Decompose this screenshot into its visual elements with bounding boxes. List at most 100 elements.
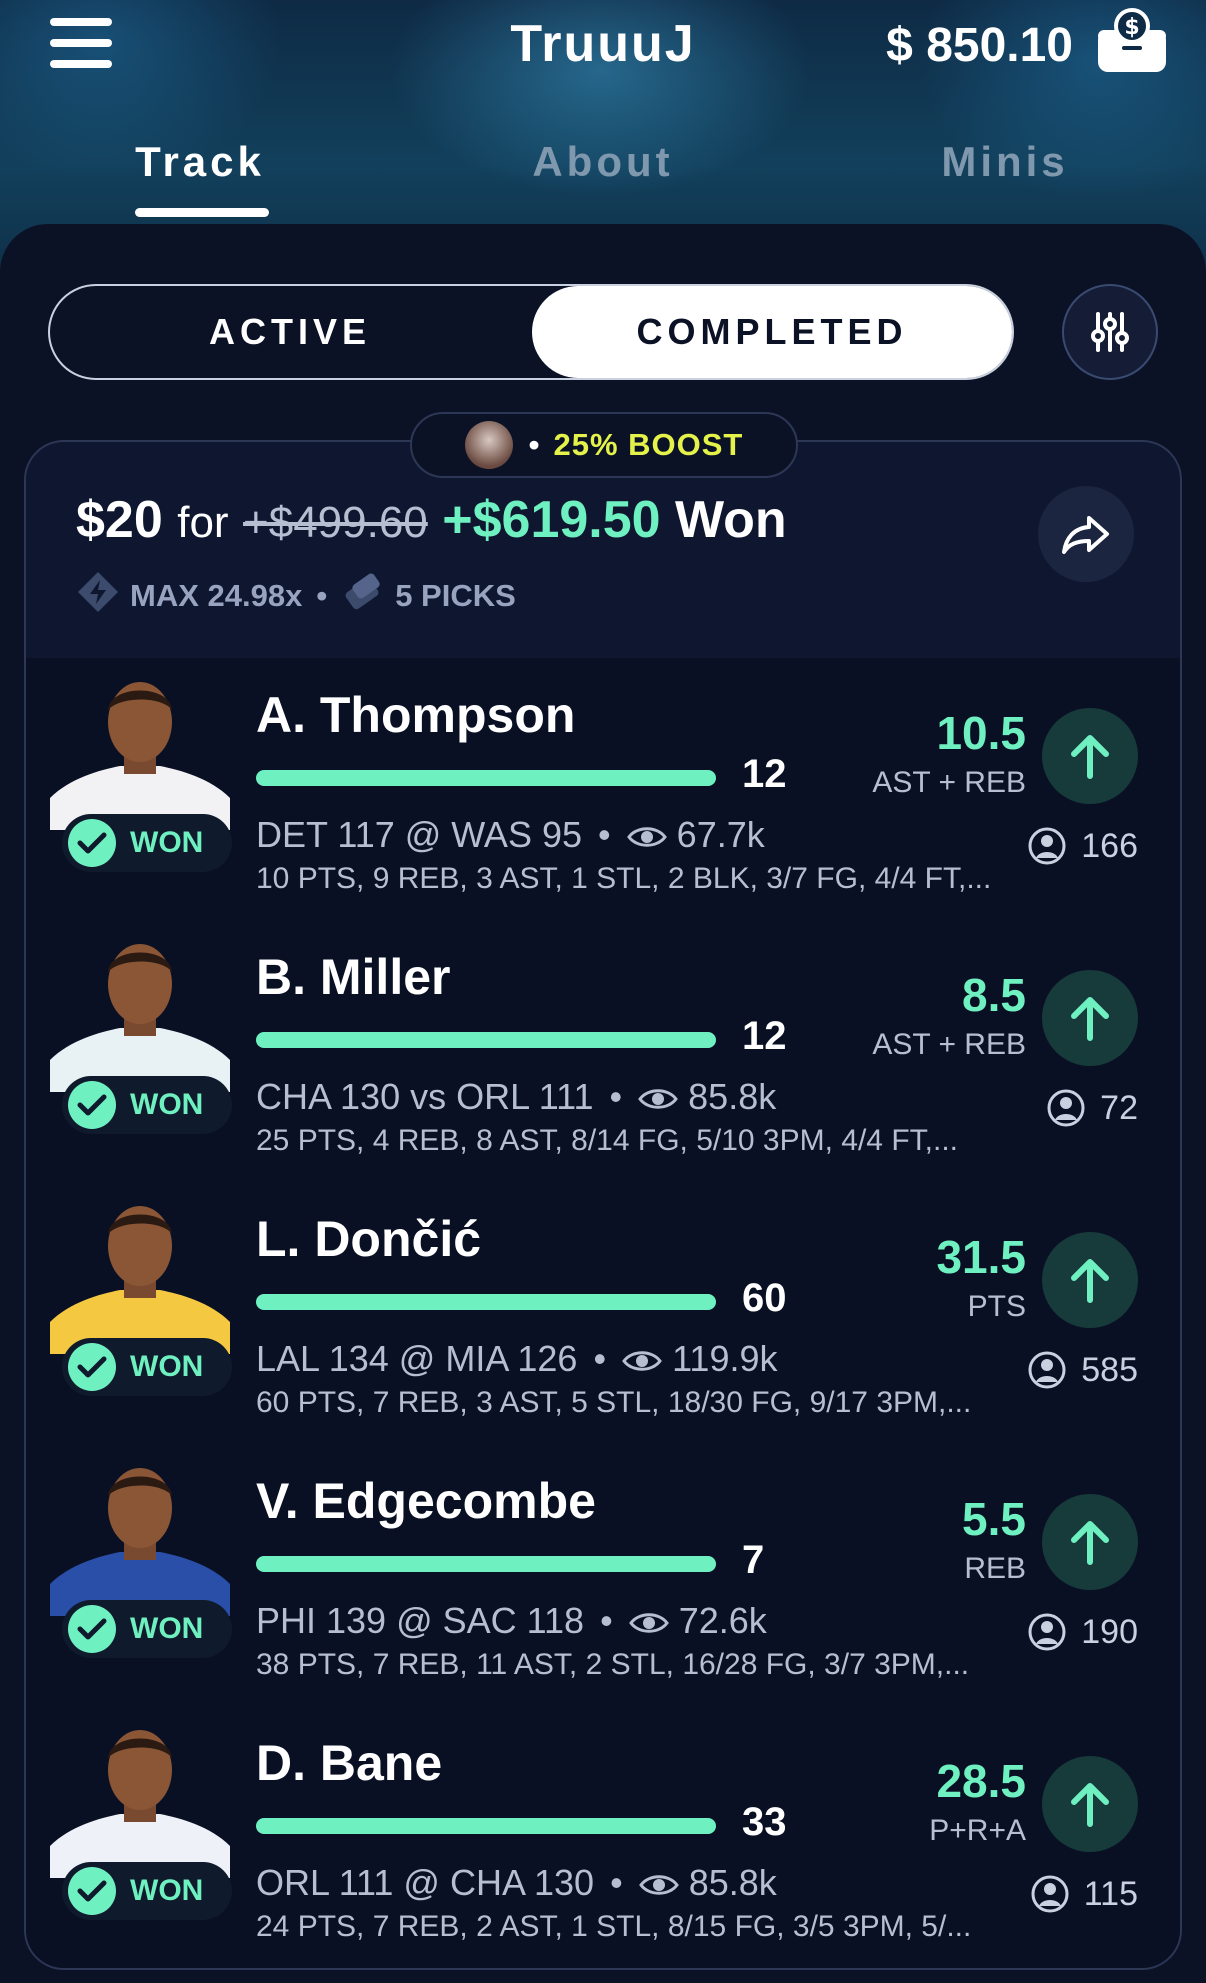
player-photo bbox=[50, 1456, 230, 1616]
pick-row[interactable]: WON L. Dončić 60 LAL 134 @ MIA 126 • 119… bbox=[26, 1182, 1180, 1444]
progress-bar bbox=[256, 1032, 716, 1048]
over-direction-button bbox=[1042, 1756, 1138, 1852]
game-info: ORL 111 @ CHA 130 • 85.8k bbox=[256, 1862, 777, 1903]
completed-segment-button[interactable]: COMPLETED bbox=[532, 286, 1012, 378]
game-score: CHA 130 vs ORL 111 bbox=[256, 1076, 594, 1117]
pickers-count: 190 bbox=[1027, 1612, 1138, 1652]
result-label: WON bbox=[130, 1088, 204, 1121]
player-name: B. Miller bbox=[256, 949, 451, 1005]
over-direction-button bbox=[1042, 970, 1138, 1066]
arrow-up-icon bbox=[1071, 1783, 1109, 1827]
progress-bar bbox=[256, 1294, 716, 1310]
stat-market: PTS bbox=[967, 1290, 1026, 1323]
arrow-up-icon bbox=[1071, 1259, 1109, 1303]
line-target: 28.5 bbox=[936, 1755, 1026, 1807]
active-segment-button[interactable]: ACTIVE bbox=[50, 286, 530, 378]
view-count: 119.9k bbox=[672, 1338, 778, 1379]
box-score-line: 10 PTS, 9 REB, 3 AST, 1 STL, 2 BLK, 3/7 … bbox=[256, 862, 992, 895]
game-info: DET 117 @ WAS 95 • 67.7k bbox=[256, 814, 765, 855]
eye-icon bbox=[622, 1351, 662, 1372]
view-count: 67.7k bbox=[676, 814, 765, 855]
picks-count: 5 PICKS bbox=[395, 578, 516, 613]
boost-label: 25% BOOST bbox=[553, 427, 744, 462]
game-score: PHI 139 @ SAC 118 bbox=[256, 1600, 585, 1641]
won-badge: WON bbox=[62, 1338, 232, 1396]
arrow-up-icon bbox=[1071, 997, 1109, 1041]
eye-icon bbox=[628, 1613, 669, 1634]
stat-market: AST + REB bbox=[872, 766, 1026, 799]
entry-card: $20 for +$499.60 +$619.50 Won MAX 24.98x… bbox=[24, 440, 1182, 1970]
progress-bar bbox=[256, 1556, 716, 1572]
player-photo bbox=[50, 670, 230, 830]
pick-row[interactable]: WON A. Thompson 12 DET 117 @ WAS 95 • 67… bbox=[26, 658, 1180, 920]
user-icon bbox=[1031, 1875, 1069, 1913]
line-target: 31.5 bbox=[936, 1231, 1026, 1283]
game-score: DET 117 @ WAS 95 bbox=[256, 814, 583, 855]
user-icon bbox=[1028, 827, 1066, 865]
entry-summary: $20 for +$499.60 +$619.50 Won bbox=[76, 490, 787, 550]
player-name: L. Dončić bbox=[256, 1211, 482, 1267]
wallet-icon[interactable]: $ bbox=[1094, 6, 1170, 76]
user-icon bbox=[1047, 1089, 1085, 1127]
entry-meta: MAX 24.98x • 5 PICKS bbox=[76, 570, 516, 622]
filter-button[interactable] bbox=[1062, 284, 1158, 380]
result-label: WON bbox=[130, 1612, 204, 1645]
actual-stat: 60 bbox=[742, 1276, 787, 1320]
game-info: LAL 134 @ MIA 126 • 119.9k bbox=[256, 1338, 778, 1379]
result-label: WON bbox=[130, 1350, 204, 1383]
result-label: WON bbox=[130, 1874, 204, 1907]
status-segmented-control: ACTIVE COMPLETED bbox=[48, 284, 1014, 380]
player-name: D. Bane bbox=[256, 1735, 443, 1791]
won-badge: WON bbox=[62, 1600, 232, 1658]
tab-about[interactable]: About bbox=[483, 138, 723, 186]
tab-minis[interactable]: Minis bbox=[885, 138, 1125, 186]
eye-icon bbox=[638, 1089, 678, 1110]
tab-track[interactable]: Track bbox=[80, 138, 320, 186]
original-payout: +$499.60 bbox=[243, 498, 428, 547]
active-tab-indicator bbox=[135, 208, 269, 217]
actual-stat: 33 bbox=[742, 1800, 787, 1844]
stat-market: REB bbox=[964, 1552, 1026, 1585]
entry-amount: $20 bbox=[76, 491, 163, 549]
stat-market: AST + REB bbox=[872, 1028, 1026, 1061]
box-score-line: 60 PTS, 7 REB, 3 AST, 5 STL, 18/30 FG, 9… bbox=[256, 1386, 972, 1419]
player-photo bbox=[50, 1718, 230, 1878]
eye-icon bbox=[626, 827, 667, 848]
share-icon bbox=[1062, 516, 1109, 554]
sliders-icon bbox=[1091, 312, 1129, 352]
game-info: PHI 139 @ SAC 118 • 72.6k bbox=[256, 1600, 767, 1641]
pick-row[interactable]: WON V. Edgecombe 7 PHI 139 @ SAC 118 • 7… bbox=[26, 1444, 1180, 1706]
pickers-count: 585 bbox=[1027, 1350, 1138, 1390]
won-badge: WON bbox=[62, 814, 232, 872]
diamond-icon bbox=[76, 570, 120, 622]
won-badge: WON bbox=[62, 1862, 232, 1920]
pick-row[interactable]: WON D. Bane 33 ORL 111 @ CHA 130 • 85.8k… bbox=[26, 1706, 1180, 1968]
stat-market: P+R+A bbox=[929, 1814, 1026, 1847]
over-direction-button bbox=[1042, 1232, 1138, 1328]
wallet-balance[interactable]: $ 850.10 bbox=[886, 18, 1073, 73]
progress-bar bbox=[256, 1818, 716, 1834]
over-direction-button bbox=[1042, 1494, 1138, 1590]
pickers-count: 115 bbox=[1030, 1874, 1138, 1914]
check-icon bbox=[68, 819, 116, 867]
box-score-line: 38 PTS, 7 REB, 11 AST, 2 STL, 16/28 FG, … bbox=[256, 1648, 970, 1681]
line-target: 8.5 bbox=[962, 969, 1026, 1021]
actual-stat: 7 bbox=[742, 1538, 765, 1582]
pickers-value: 585 bbox=[1081, 1350, 1138, 1389]
pickers-value: 166 bbox=[1081, 826, 1138, 865]
svg-text:$: $ bbox=[1124, 15, 1139, 40]
progress-bar bbox=[256, 770, 716, 786]
app-header: TruuuJ $ 850.10 $ bbox=[0, 0, 1206, 90]
pick-row[interactable]: WON B. Miller 12 CHA 130 vs ORL 111 • 85… bbox=[26, 920, 1180, 1182]
line-target: 5.5 bbox=[962, 1493, 1026, 1545]
game-score: LAL 134 @ MIA 126 bbox=[256, 1338, 578, 1379]
game-score: ORL 111 @ CHA 130 bbox=[256, 1862, 595, 1903]
pickers-count: 72 bbox=[1046, 1088, 1138, 1128]
arrow-up-icon bbox=[1071, 1521, 1109, 1565]
share-button[interactable] bbox=[1038, 486, 1134, 582]
pickers-value: 190 bbox=[1081, 1612, 1138, 1651]
meta-separator: • bbox=[316, 578, 328, 613]
check-icon bbox=[68, 1605, 116, 1653]
arrow-up-icon bbox=[1071, 735, 1109, 779]
won-amount: +$619.50 bbox=[442, 491, 661, 549]
